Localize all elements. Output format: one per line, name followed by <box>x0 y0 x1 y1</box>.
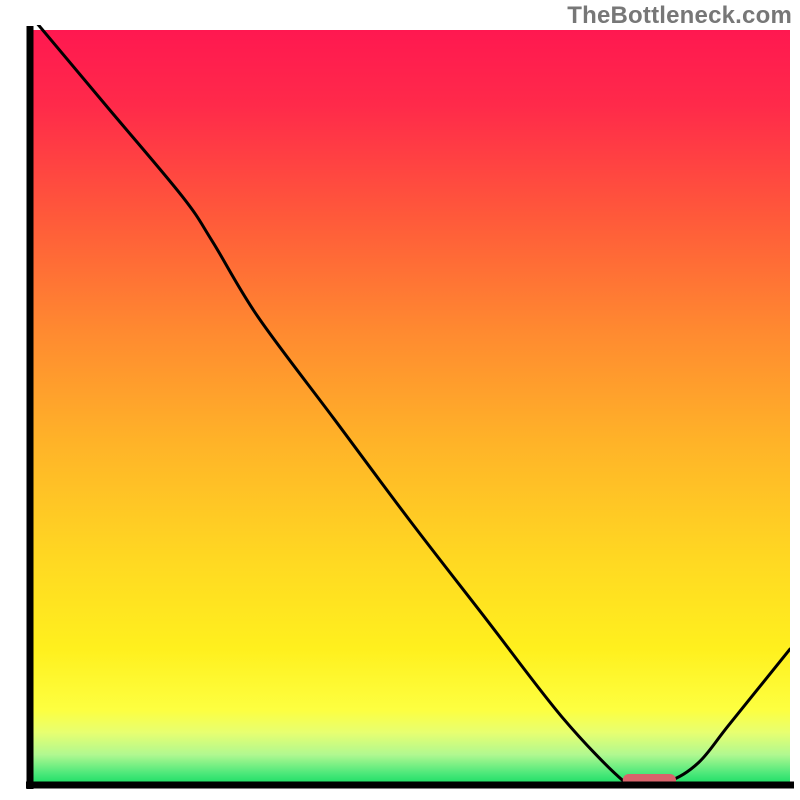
bottleneck-chart <box>0 0 800 800</box>
watermark-text: TheBottleneck.com <box>567 2 792 30</box>
gradient-background <box>30 30 790 785</box>
plot-area <box>30 15 790 787</box>
chart-container: TheBottleneck.com <box>0 0 800 800</box>
